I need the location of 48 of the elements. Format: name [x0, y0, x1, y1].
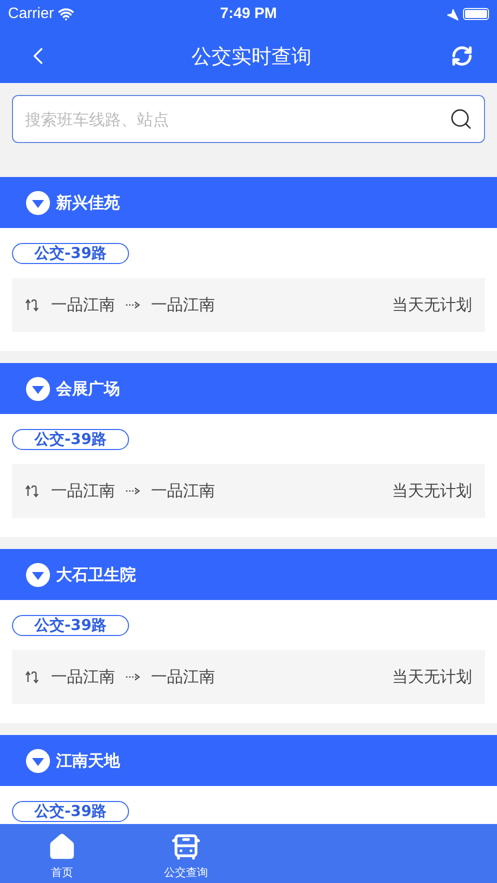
arrow-icon: [125, 486, 141, 496]
clock-time: 7:49 PM: [220, 4, 277, 24]
stop-header[interactable]: 会展广场: [0, 363, 497, 414]
line-tag[interactable]: 公交-39路: [12, 429, 129, 450]
line-tag[interactable]: 公交-39路: [12, 243, 129, 264]
stop-name: 新兴佳苑: [56, 192, 120, 214]
search-icon[interactable]: [449, 107, 473, 131]
destination-stop: 一品江南: [151, 666, 215, 688]
swap-icon: [25, 670, 39, 684]
stop-name: 江南天地: [56, 750, 120, 772]
schedule-status: 当天无计划: [392, 294, 472, 316]
stop-header[interactable]: 新兴佳苑: [0, 177, 497, 228]
line-tag[interactable]: 公交-39路: [12, 801, 129, 822]
origin-stop: 一品江南: [51, 480, 115, 502]
location-icon: [446, 8, 459, 20]
destination-stop: 一品江南: [151, 294, 215, 316]
refresh-icon: [451, 44, 473, 66]
schedule-status: 当天无计划: [392, 666, 472, 688]
battery-icon: [462, 8, 489, 20]
dropdown-icon: [26, 562, 50, 586]
schedule-status: 当天无计划: [392, 480, 472, 502]
stop-header[interactable]: 江南天地: [0, 735, 497, 786]
dropdown-icon: [26, 376, 50, 400]
dropdown-icon: [26, 748, 50, 772]
wifi-icon: [58, 6, 74, 22]
line-tag[interactable]: 公交-39路: [12, 615, 129, 636]
stop-header[interactable]: 大石卫生院: [0, 549, 497, 600]
destination-stop: 一品江南: [151, 480, 215, 502]
home-icon: [47, 832, 77, 862]
bus-icon: [171, 832, 201, 862]
swap-icon: [25, 298, 39, 312]
arrow-icon: [125, 672, 141, 682]
dropdown-icon: [26, 190, 50, 214]
route-row[interactable]: 一品江南 一品江南 当天无计划: [12, 464, 485, 518]
page-title: 公交实时查询: [192, 42, 312, 70]
arrow-icon: [125, 300, 141, 310]
search-field[interactable]: 搜索班车线路、站点: [12, 95, 485, 143]
stop-name: 大石卫生院: [56, 564, 136, 586]
refresh-button[interactable]: [451, 44, 473, 66]
route-row[interactable]: 一品江南 一品江南 当天无计划: [12, 278, 485, 332]
stop-name: 会展广场: [56, 378, 120, 400]
route-row[interactable]: 一品江南 一品江南 当天无计划: [12, 650, 485, 704]
tab-item[interactable]: 首页: [0, 824, 124, 883]
swap-icon: [25, 484, 39, 498]
origin-stop: 一品江南: [51, 294, 115, 316]
carrier-label: Carrier: [8, 4, 54, 24]
tab-item[interactable]: 公交查询: [124, 824, 248, 883]
origin-stop: 一品江南: [51, 666, 115, 688]
